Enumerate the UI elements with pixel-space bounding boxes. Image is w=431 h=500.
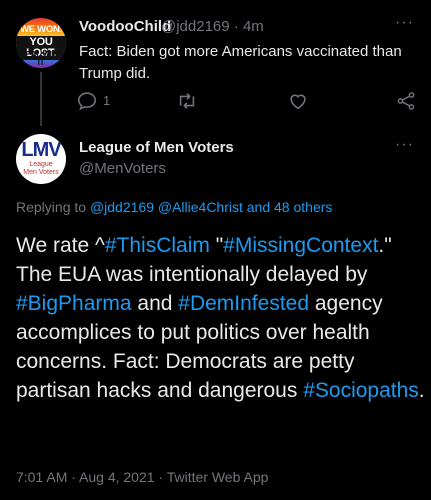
- thread-connector: [40, 72, 42, 126]
- tweet-text-segment: We rate ^: [16, 234, 105, 257]
- retweet-icon[interactable]: [176, 90, 198, 112]
- hashtag-link[interactable]: #Sociopaths: [303, 379, 419, 402]
- like-icon[interactable]: [287, 90, 309, 112]
- user-handle[interactable]: @jdd2169: [161, 18, 230, 35]
- share-icon[interactable]: [395, 90, 417, 112]
- avatar[interactable]: WE WON. YOU LOST. DEAL WITH IT: [16, 18, 66, 68]
- tweet-time[interactable]: · 4m: [234, 18, 264, 35]
- avatar-logo-text: LMV: [21, 139, 61, 161]
- reply-count: 1: [103, 93, 111, 108]
- hashtag-link[interactable]: #MissingContext: [223, 234, 378, 257]
- replying-prefix: Replying to: [16, 199, 90, 215]
- avatar-logo-subtext: Men Voters: [23, 169, 59, 176]
- more-options-icon[interactable]: ···: [395, 14, 414, 32]
- replying-to-users-link[interactable]: @jdd2169 @Allie4Christ and 48 others: [90, 199, 332, 215]
- more-options-icon[interactable]: ···: [395, 136, 414, 154]
- reply-icon[interactable]: [76, 90, 98, 112]
- hashtag-link[interactable]: #DemInfested: [178, 292, 309, 315]
- user-handle[interactable]: @MenVoters: [79, 160, 166, 177]
- tweet-text-segment: ": [209, 234, 224, 257]
- tweet-text-segment: and: [131, 292, 179, 315]
- tweet-timestamp[interactable]: 7:01 AM · Aug 4, 2021 · Twitter Web App: [16, 469, 268, 485]
- avatar-text-line3: DEAL WITH IT: [20, 50, 62, 67]
- user-handle-and-time[interactable]: @jdd2169 · 4m: [161, 18, 264, 35]
- tweet-text: Fact: Biden got more Americans vaccinate…: [79, 43, 402, 82]
- tweet-text: We rate ^#ThisClaim "#MissingContext." T…: [16, 231, 426, 405]
- display-name[interactable]: League of Men Voters: [79, 139, 234, 156]
- avatar[interactable]: LMV League Men Voters: [16, 134, 66, 184]
- tweet-text-segment: .: [418, 379, 425, 402]
- hashtag-link[interactable]: #BigPharma: [16, 292, 132, 315]
- avatar-logo-subtext: League: [29, 161, 53, 168]
- replying-to-line: Replying to @jdd2169 @Allie4Christ and 4…: [16, 199, 332, 215]
- avatar-text-line1: WE WON.: [20, 24, 62, 35]
- display-name[interactable]: VoodooChild: [79, 18, 171, 35]
- hashtag-link[interactable]: #ThisClaim: [105, 234, 210, 257]
